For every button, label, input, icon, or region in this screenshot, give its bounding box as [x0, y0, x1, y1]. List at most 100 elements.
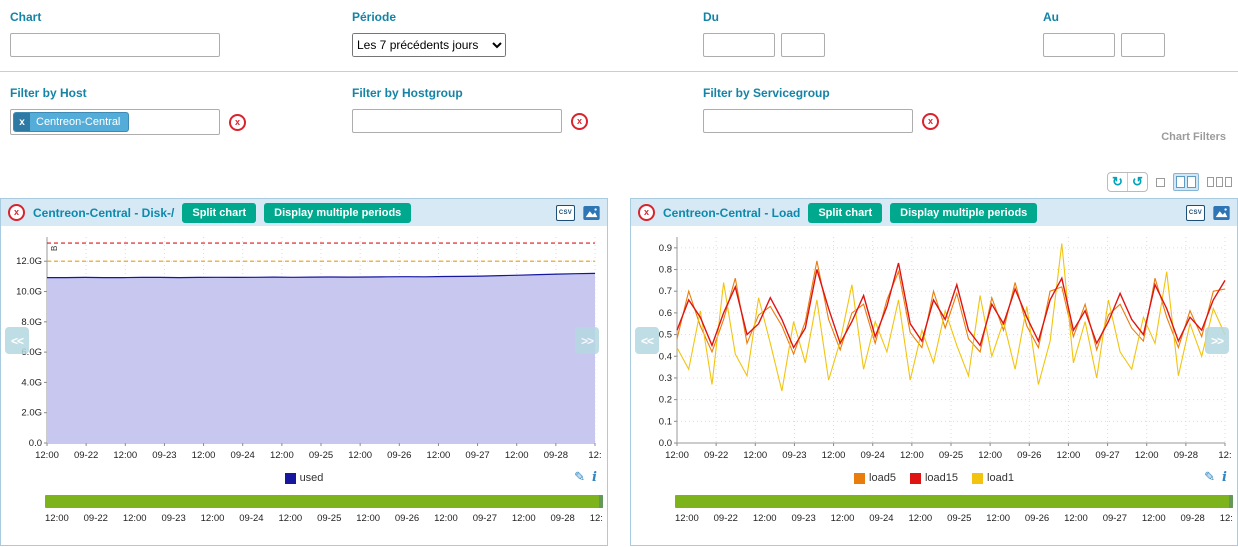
panel-header: x Centreon-Central - Load Split chart Di… — [631, 199, 1237, 226]
periode-select[interactable]: Les 7 précédents jours — [352, 33, 506, 57]
periode-field: Période Les 7 précédents jours — [352, 10, 506, 57]
layout-two-columns-icon[interactable] — [1173, 173, 1199, 191]
export-image-icon[interactable] — [583, 206, 600, 220]
timeline-tick-label: 09-23 — [161, 513, 185, 524]
split-chart-button[interactable]: Split chart — [808, 203, 882, 223]
au-date-input[interactable] — [1043, 33, 1115, 57]
svg-text:0.5: 0.5 — [659, 330, 672, 341]
timeline-tick-label: 09-26 — [395, 513, 419, 524]
hostgroup-filter-input[interactable] — [352, 109, 562, 133]
svg-text:09-22: 09-22 — [704, 450, 728, 461]
svg-text:0.3: 0.3 — [659, 373, 672, 384]
layout-three-columns-icon[interactable] — [1207, 177, 1232, 187]
timeline-tick-label: 12:00 — [512, 513, 536, 524]
legend-row: load5 load15 load1 ✎ i — [631, 467, 1237, 489]
svg-text:09-26: 09-26 — [1017, 450, 1041, 461]
clear-host-filter-icon[interactable]: x — [229, 114, 246, 131]
servicegroup-filter-label: Filter by Servicegroup — [703, 86, 939, 100]
auto-refresh-icon[interactable]: ↺ — [1127, 173, 1147, 191]
timeline-tick-label: 09-25 — [947, 513, 971, 524]
split-chart-button[interactable]: Split chart — [182, 203, 256, 223]
svg-text:12:00: 12:00 — [743, 450, 767, 461]
timeline: 12:00 09-22 12:00 09-23 12:00 09-24 12:00 09-25… — [45, 495, 603, 524]
chip-remove-icon[interactable]: x — [14, 113, 30, 131]
clear-hostgroup-filter-icon[interactable]: x — [571, 113, 588, 130]
hostgroup-filter-field: Filter by Hostgroup x — [352, 86, 588, 133]
export-image-icon[interactable] — [1213, 206, 1230, 220]
timeline-tick-label: 12: — [1220, 513, 1233, 524]
host-filter-box[interactable]: x Centreon-Central — [10, 109, 220, 135]
chart-legend: used — [285, 472, 324, 484]
export-csv-icon[interactable]: csv — [556, 205, 575, 221]
legend-item[interactable]: used — [285, 472, 324, 484]
timeline-tick-label: 12:00 — [278, 513, 302, 524]
timeline-tick-label: 09-27 — [1103, 513, 1127, 524]
chart-actions: ✎ i — [1204, 469, 1227, 485]
timeline-tick-label: 09-24 — [869, 513, 893, 524]
scroll-right-button[interactable]: >> — [575, 327, 599, 354]
du-label: Du — [703, 10, 825, 24]
svg-text:09-27: 09-27 — [465, 450, 489, 461]
refresh-controls: ↻ ↺ — [1107, 172, 1148, 192]
export-csv-icon[interactable]: csv — [1186, 205, 1205, 221]
timeline-tick-label: 12:00 — [675, 513, 699, 524]
svg-text:0.4: 0.4 — [659, 351, 672, 362]
du-date-input[interactable] — [703, 33, 775, 57]
svg-text:2.0G: 2.0G — [21, 408, 42, 419]
timeline-tick-label: 09-24 — [239, 513, 263, 524]
display-multiple-periods-button[interactable]: Display multiple periods — [890, 203, 1037, 223]
disk-usage-chart[interactable]: 12:0009-2212:0009-2312:0009-2412:0009-25… — [3, 229, 605, 467]
servicegroup-filter-input[interactable] — [703, 109, 913, 133]
chart-filter-input[interactable] — [10, 33, 220, 57]
load-chart[interactable]: 12:0009-2212:0009-2312:0009-2412:0009-25… — [633, 229, 1235, 467]
timeline-tick-label: 09-22 — [84, 513, 108, 524]
au-label: Au — [1043, 10, 1165, 24]
svg-text:09-24: 09-24 — [231, 450, 255, 461]
svg-text:12:00: 12:00 — [348, 450, 372, 461]
chart-info-icon[interactable]: i — [1222, 470, 1227, 485]
du-time-input[interactable] — [781, 33, 825, 57]
scroll-right-button[interactable]: >> — [1205, 327, 1229, 354]
legend-color-swatch — [285, 473, 296, 484]
timeline: 12:0009-2212:0009-2312:0009-2412:0009-25… — [675, 495, 1233, 524]
column-square-icon — [1216, 177, 1223, 187]
timeline-tick-label: 09-23 — [791, 513, 815, 524]
chart-title: Centreon-Central - Load — [663, 206, 800, 220]
column-square-icon — [1225, 177, 1232, 187]
timeline-slider[interactable] — [675, 495, 1233, 508]
timeline-tick-label: 09-25 — [317, 513, 341, 524]
timeline-tick-label: 12:00 — [356, 513, 380, 524]
chart-filters-section-label: Chart Filters — [1161, 131, 1226, 143]
layout-one-column-icon[interactable] — [1156, 178, 1165, 187]
close-chart-icon[interactable]: x — [638, 204, 655, 221]
timeline-tick-label: 12:00 — [201, 513, 225, 524]
chart-info-icon[interactable]: i — [592, 470, 597, 485]
legend-item[interactable]: load5 — [854, 472, 896, 484]
host-chip[interactable]: x Centreon-Central — [13, 112, 129, 132]
svg-text:09-25: 09-25 — [309, 450, 333, 461]
display-multiple-periods-button[interactable]: Display multiple periods — [264, 203, 411, 223]
au-time-input[interactable] — [1121, 33, 1165, 57]
legend-label: load1 — [987, 472, 1014, 484]
legend-row: used ✎ i — [1, 467, 607, 489]
host-filter-label: Filter by Host — [10, 86, 246, 100]
edit-chart-icon[interactable]: ✎ — [1204, 469, 1215, 485]
svg-text:12:00: 12:00 — [192, 450, 216, 461]
legend-item[interactable]: load1 — [972, 472, 1014, 484]
scroll-left-button[interactable]: << — [5, 327, 29, 354]
close-chart-icon[interactable]: x — [8, 204, 25, 221]
refresh-icon[interactable]: ↻ — [1108, 173, 1127, 191]
timeline-tick-label: 09-27 — [473, 513, 497, 524]
clear-servicegroup-filter-icon[interactable]: x — [922, 113, 939, 130]
svg-text:12:00: 12:00 — [1057, 450, 1081, 461]
legend-item[interactable]: load15 — [910, 472, 958, 484]
edit-chart-icon[interactable]: ✎ — [574, 469, 585, 485]
svg-text:12:00: 12:00 — [665, 450, 689, 461]
timeline-tick-label: 09-28 — [1181, 513, 1205, 524]
host-filter-field: Filter by Host x Centreon-Central x — [10, 86, 246, 135]
timeline-slider[interactable] — [45, 495, 603, 508]
filters-divider — [0, 71, 1238, 72]
scroll-left-button[interactable]: << — [635, 327, 659, 354]
chart-panel-load: x Centreon-Central - Load Split chart Di… — [630, 198, 1238, 546]
svg-text:12:00: 12:00 — [505, 450, 529, 461]
